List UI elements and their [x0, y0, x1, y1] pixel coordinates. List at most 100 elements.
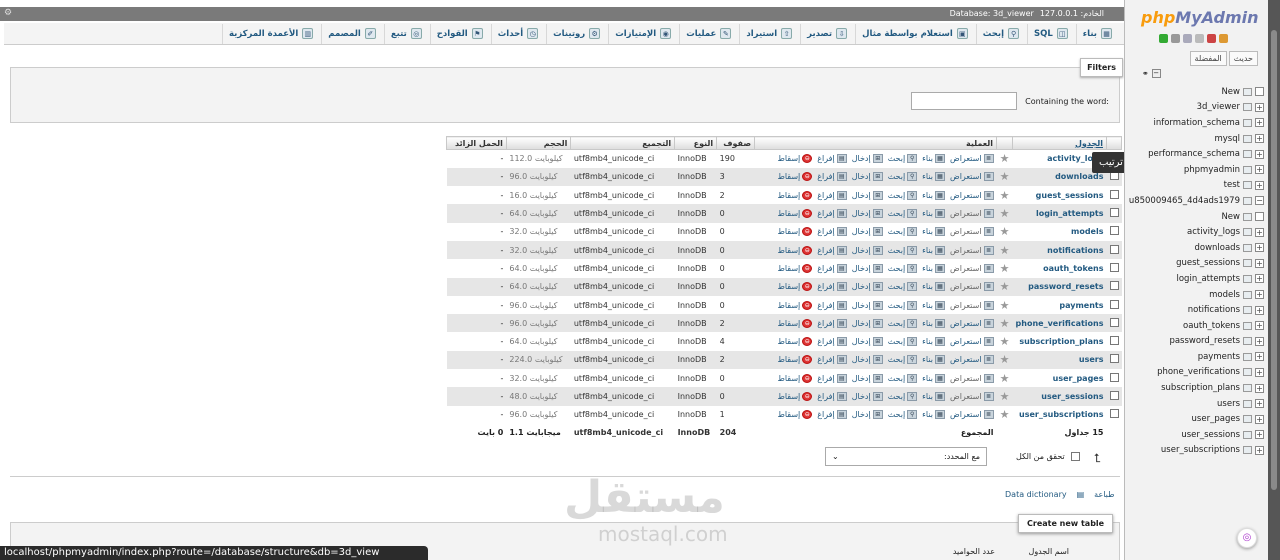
size[interactable]: 96.0 كيلوبايت	[506, 406, 571, 424]
expand-icon[interactable]: +	[1255, 274, 1264, 284]
row-checkbox[interactable]	[1109, 262, 1119, 272]
expand-icon[interactable]: +	[1255, 445, 1264, 455]
collation[interactable]: utf8mb4_unicode_ci	[571, 223, 675, 241]
expand-icon[interactable]	[1255, 87, 1264, 97]
settings-icon[interactable]	[1195, 34, 1204, 43]
browse-action[interactable]: ≣ استعراض	[950, 373, 994, 383]
structure-action[interactable]: ▦ بناء	[922, 282, 946, 292]
browse-action[interactable]: ≣ استعراض	[950, 355, 994, 365]
link-icon[interactable]: ⚭	[1142, 69, 1149, 78]
logout-icon[interactable]	[1171, 34, 1180, 43]
drop-action[interactable]: ⊖ إسقاط	[777, 282, 813, 292]
size[interactable]: 96.0 كيلوبايت	[506, 296, 571, 314]
drop-action[interactable]: ⊖ إسقاط	[777, 318, 813, 328]
drop-action[interactable]: ⊖ إسقاط	[777, 245, 813, 255]
empty-action[interactable]: ▤ إفراغ	[817, 263, 847, 273]
tab-search[interactable]: ⚲ إبحث	[975, 23, 1025, 44]
row-checkbox[interactable]	[1109, 226, 1119, 236]
empty-action[interactable]: ▤ إفراغ	[817, 355, 847, 365]
expand-icon[interactable]: +	[1255, 367, 1264, 377]
row-select[interactable]	[1107, 259, 1122, 277]
expand-icon[interactable]: +	[1255, 336, 1264, 346]
star-icon[interactable]: ★	[1000, 170, 1010, 183]
row-checkbox[interactable]	[1109, 208, 1119, 218]
expand-icon[interactable]: +	[1255, 352, 1264, 362]
collation[interactable]: utf8mb4_unicode_ci	[571, 369, 675, 387]
drop-action[interactable]: ⊖ إسقاط	[777, 263, 813, 273]
data-dictionary-link[interactable]: Data dictionary	[1005, 490, 1067, 499]
sidebar-table-item[interactable]: login_attempts +	[1124, 271, 1264, 287]
reload-icon[interactable]	[1207, 34, 1216, 43]
browse-action[interactable]: ≣ استعراض	[950, 172, 994, 182]
browse-action[interactable]: ≣ استعراض	[950, 190, 994, 200]
tab-query[interactable]: ▣ استعلام بواسطة مثال	[855, 23, 974, 44]
search-action[interactable]: ⚲ إبحث	[888, 318, 918, 328]
search-action[interactable]: ⚲ إبحث	[888, 190, 918, 200]
drop-action[interactable]: ⊖ إسقاط	[777, 410, 813, 420]
star-icon[interactable]: ★	[1000, 189, 1010, 202]
sidebar-item-label[interactable]: guest_sessions	[1176, 258, 1240, 268]
browse-action[interactable]: ≣ استعراض	[950, 410, 994, 420]
collation[interactable]: utf8mb4_unicode_ci	[571, 259, 675, 277]
sidebar-item-label[interactable]: subscription_plans	[1161, 383, 1240, 393]
sidebar-table-item[interactable]: oauth_tokens +	[1124, 318, 1264, 334]
expand-icon[interactable]: +	[1255, 414, 1264, 424]
insert-action[interactable]: ⊞ إدخال	[852, 300, 883, 310]
row-select[interactable]	[1106, 314, 1122, 333]
size[interactable]: 64.0 كيلوبايت	[506, 259, 571, 277]
sidebar-table-item[interactable]: password_resets +	[1124, 334, 1264, 350]
sidebar-table-item[interactable]: user_sessions +	[1124, 427, 1264, 443]
structure-action[interactable]: ▦ بناء	[922, 245, 946, 255]
structure-action[interactable]: ▦ بناء	[922, 263, 946, 273]
sidebar-db-item[interactable]: 3d_viewer +	[1124, 100, 1264, 116]
header-overhead[interactable]: الحمل الزائد	[446, 136, 507, 150]
search-action[interactable]: ⚲ إبحث	[888, 245, 918, 255]
sidebar-item-label[interactable]: downloads	[1194, 243, 1240, 253]
row-select[interactable]	[1107, 369, 1122, 387]
drop-action[interactable]: ⊖ إسقاط	[777, 227, 813, 237]
check-all-checkbox[interactable]	[1070, 452, 1080, 461]
insert-action[interactable]: ⊞ إدخال	[852, 190, 883, 200]
insert-action[interactable]: ⊞ إدخال	[852, 410, 883, 420]
sidebar-item-label[interactable]: user_sessions	[1181, 430, 1240, 440]
table-name-link[interactable]: login_attempts	[1012, 204, 1107, 223]
search-action[interactable]: ⚲ إبحث	[888, 373, 918, 383]
row-select[interactable]	[1106, 350, 1122, 370]
table-name-link[interactable]: users	[1012, 350, 1107, 370]
tab-triggers[interactable]: ⚑ القوادح	[429, 23, 489, 44]
sidebar-table-item[interactable]: New	[1124, 209, 1264, 225]
header-collation[interactable]: التجميع	[570, 136, 676, 150]
sidebar-table-item[interactable]: phone_verifications +	[1124, 365, 1264, 381]
row-select[interactable]	[1106, 240, 1122, 260]
sidebar-db-item[interactable]: u850009465_4d4ads1979 −	[1124, 193, 1264, 209]
empty-action[interactable]: ▤ إفراغ	[817, 410, 847, 420]
expand-icon[interactable]: +	[1255, 134, 1264, 144]
collapse-all-icon[interactable]: −	[1151, 69, 1161, 78]
size[interactable]: 64.0 كيلوبايت	[506, 204, 571, 223]
browse-action[interactable]: ≣ استعراض	[950, 263, 994, 273]
sidebar-db-item[interactable]: New	[1124, 84, 1264, 100]
insert-action[interactable]: ⊞ إدخال	[852, 392, 883, 401]
size[interactable]: 48.0 كيلوبايت	[506, 387, 571, 406]
structure-action[interactable]: ▦ بناء	[922, 154, 946, 164]
drop-action[interactable]: ⊖ إسقاط	[777, 172, 813, 182]
drop-action[interactable]: ⊖ إسقاط	[777, 392, 813, 401]
sidebar-item-label[interactable]: users	[1217, 399, 1240, 409]
sidebar-item-label[interactable]: oauth_tokens	[1183, 321, 1240, 331]
search-action[interactable]: ⚲ إبحث	[888, 355, 918, 365]
tab-operations[interactable]: ✎ عمليات	[679, 23, 737, 44]
collation[interactable]: utf8mb4_unicode_ci	[571, 186, 675, 204]
recent-tab[interactable]: حديث	[1228, 51, 1258, 66]
sidebar-item-label[interactable]: u850009465_4d4ads1979	[1129, 196, 1240, 206]
drop-action[interactable]: ⊖ إسقاط	[777, 373, 813, 383]
search-action[interactable]: ⚲ إبحث	[888, 300, 918, 310]
table-name-link[interactable]: user_subscriptions	[1013, 406, 1107, 424]
drop-action[interactable]: ⊖ إسقاط	[777, 300, 813, 310]
structure-action[interactable]: ▦ بناء	[922, 355, 946, 365]
header-type[interactable]: النوع	[674, 136, 718, 150]
collation[interactable]: utf8mb4_unicode_ci	[571, 150, 675, 168]
structure-action[interactable]: ▦ بناء	[922, 337, 946, 347]
favorites-tab[interactable]: المفضلة	[1189, 51, 1227, 66]
drop-action[interactable]: ⊖ إسقاط	[777, 190, 813, 200]
table-name-link[interactable]: subscription_plans	[1013, 332, 1107, 350]
